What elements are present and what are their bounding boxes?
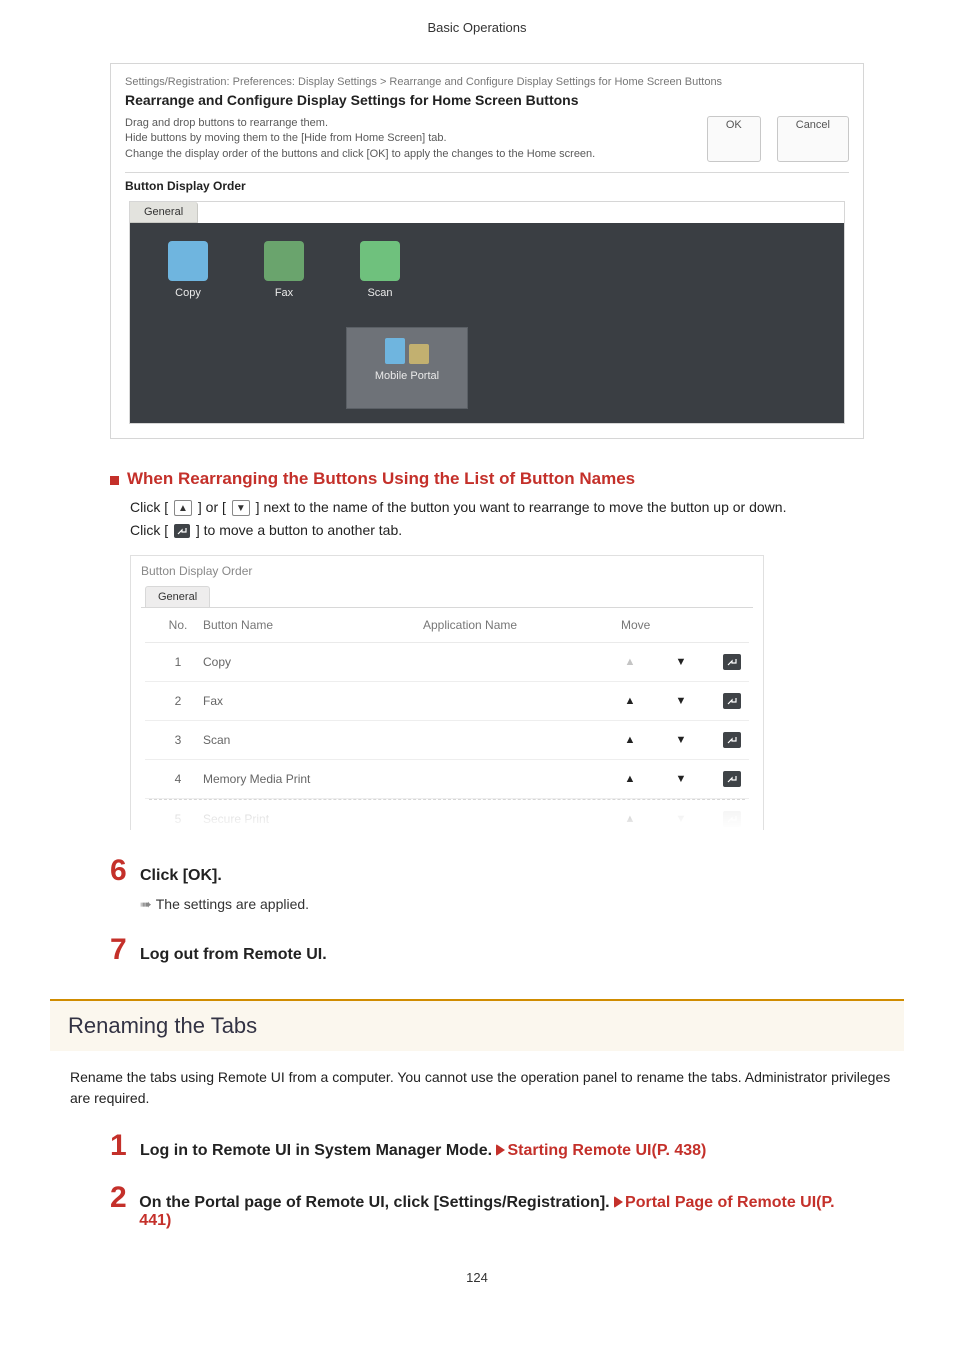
move-up-button[interactable]: ▲ — [621, 692, 639, 710]
section-paragraph: Rename the tabs using Remote UI from a c… — [70, 1067, 904, 1109]
fax-icon — [264, 241, 304, 281]
subhead: When Rearranging the Buttons Using the L… — [127, 469, 635, 489]
description-line-1: Click [ ▲ ] or [ ▼ ] next to the name of… — [130, 497, 854, 518]
cell-button-name: Fax — [203, 694, 423, 708]
step-number: 1 — [110, 1131, 140, 1161]
instr-line: Drag and drop buttons to rearrange them. — [125, 116, 695, 131]
instr-line: Change the display order of the buttons … — [125, 147, 695, 162]
table-row: 1Copy▲▼ — [145, 643, 749, 682]
app-label: Mobile Portal — [347, 370, 467, 382]
screenshot-title: Rearrange and Configure Display Settings… — [125, 92, 849, 108]
move-up-button[interactable]: ▲ — [621, 770, 639, 788]
cell-button-name: Scan — [203, 733, 423, 747]
fade-mask — [131, 804, 763, 830]
square-bullet-icon — [110, 476, 119, 485]
cell-move: ▲▼ — [621, 692, 741, 710]
link-bullet-icon — [614, 1196, 623, 1208]
cell-move: ▲▼ — [621, 731, 741, 749]
step-title: On the Portal page of Remote UI, click [… — [139, 1194, 854, 1230]
move-to-tab-button[interactable] — [723, 732, 741, 748]
up-arrow-icon: ▲ — [174, 500, 192, 516]
cancel-button[interactable]: Cancel — [777, 116, 849, 162]
device-icon — [409, 344, 429, 364]
step-number: 2 — [110, 1183, 139, 1213]
app-label: Copy — [150, 287, 226, 299]
screenshot-rearrange-buttons: Settings/Registration: Preferences: Disp… — [110, 63, 864, 439]
cell-no: 4 — [153, 772, 203, 786]
tab-general[interactable]: General — [130, 202, 198, 223]
result-arrow-icon: ➠ — [140, 896, 152, 912]
cell-no: 3 — [153, 733, 203, 747]
phone-icon — [385, 338, 405, 364]
step-sub: ➠The settings are applied. — [140, 896, 854, 913]
link-starting-remote-ui[interactable]: Starting Remote UI(P. 438) — [507, 1142, 706, 1159]
ok-button[interactable]: OK — [707, 116, 761, 162]
page-number: 124 — [50, 1270, 904, 1285]
step-number: 7 — [110, 935, 140, 965]
cell-button-name: Memory Media Print — [203, 772, 423, 786]
move-to-tab-button[interactable] — [723, 693, 741, 709]
move-tab-icon — [174, 524, 190, 538]
step-title: Log out from Remote UI. — [140, 946, 327, 964]
app-copy[interactable]: Copy — [150, 241, 226, 299]
list-label: Button Display Order — [141, 564, 753, 578]
app-mobile-portal[interactable]: Mobile Portal — [346, 327, 468, 409]
move-down-button[interactable]: ▼ — [672, 692, 690, 710]
drag-area[interactable]: Copy Fax Scan Mobile Portal — [130, 223, 844, 423]
move-up-button[interactable]: ▲ — [621, 731, 639, 749]
app-fax[interactable]: Fax — [246, 241, 322, 299]
table-row: 4Memory Media Print▲▼ — [145, 760, 749, 799]
col-name: Button Name — [203, 618, 423, 632]
instructions: Drag and drop buttons to rearrange them.… — [125, 116, 695, 162]
step-number: 6 — [110, 856, 140, 886]
copy-icon — [168, 241, 208, 281]
move-to-tab-button[interactable] — [723, 654, 741, 670]
move-up-button: ▲ — [621, 653, 639, 671]
col-app: Application Name — [423, 618, 621, 632]
instr-line: Hide buttons by moving them to the [Hide… — [125, 131, 695, 146]
cell-button-name: Copy — [203, 655, 423, 669]
link-bullet-icon — [496, 1144, 505, 1156]
app-label: Fax — [246, 287, 322, 299]
section-heading: Renaming the Tabs — [50, 999, 904, 1051]
table-row: 3Scan▲▼ — [145, 721, 749, 760]
app-scan[interactable]: Scan — [342, 241, 418, 299]
breadcrumb: Settings/Registration: Preferences: Disp… — [125, 76, 849, 88]
move-down-button[interactable]: ▼ — [672, 770, 690, 788]
scan-icon — [360, 241, 400, 281]
cell-move: ▲▼ — [621, 653, 741, 671]
cell-no: 1 — [153, 655, 203, 669]
page-header: Basic Operations — [50, 20, 904, 35]
cell-no: 2 — [153, 694, 203, 708]
table-row: 2Fax▲▼ — [145, 682, 749, 721]
table-header: No. Button Name Application Name Move — [145, 608, 749, 643]
screenshot-button-list: Button Display Order General No. Button … — [130, 555, 764, 830]
step-title: Click [OK]. — [140, 867, 222, 885]
col-no: No. — [153, 618, 203, 632]
step-title: Log in to Remote UI in System Manager Mo… — [140, 1142, 706, 1160]
move-down-button[interactable]: ▼ — [672, 731, 690, 749]
move-to-tab-button[interactable] — [723, 771, 741, 787]
tab-general[interactable]: General — [145, 586, 210, 607]
down-arrow-icon: ▼ — [232, 500, 250, 516]
description-line-2: Click [ ] to move a button to another ta… — [130, 520, 854, 541]
col-move: Move — [621, 618, 741, 632]
app-label: Scan — [342, 287, 418, 299]
move-down-button[interactable]: ▼ — [672, 653, 690, 671]
section-label: Button Display Order — [125, 172, 849, 193]
cell-move: ▲▼ — [621, 770, 741, 788]
